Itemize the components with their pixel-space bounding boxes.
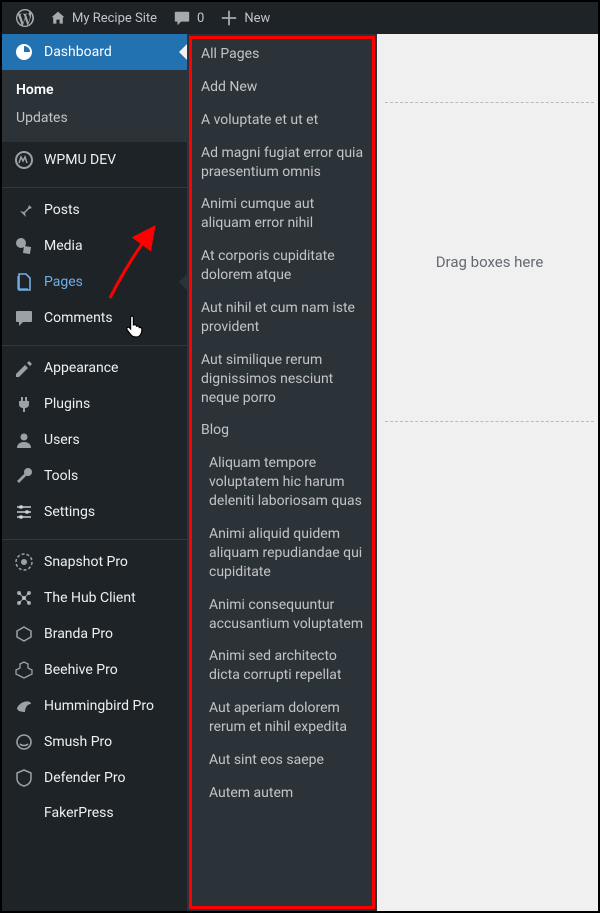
menu-defender[interactable]: Defender Pro [2,760,187,796]
menu-tools[interactable]: Tools [2,458,187,494]
menu-label: Smush Pro [44,734,112,750]
menu-branda[interactable]: Branda Pro [2,616,187,652]
menu-label: Tools [44,468,78,484]
menu-separator [2,182,187,188]
menu-appearance[interactable]: Appearance [2,350,187,386]
menu-label: Comments [44,310,113,326]
admin-sidebar: Dashboard Home Updates WPMU DEV Posts Me… [2,34,187,911]
pages-icon [14,272,34,292]
flyout-item[interactable]: Animi cumque aut aliquam error nihil [187,188,377,240]
menu-hummingbird[interactable]: Hummingbird Pro [2,688,187,724]
menu-media[interactable]: Media [2,228,187,264]
menu-pages[interactable]: Pages [2,264,187,300]
new-content[interactable]: New [212,2,278,34]
smush-icon [14,732,34,752]
menu-label: Hummingbird Pro [44,698,154,714]
users-icon [14,430,34,450]
snapshot-icon [14,552,34,572]
pin-icon [14,200,34,220]
settings-icon [14,502,34,522]
menu-dashboard[interactable]: Dashboard [2,34,187,70]
submenu-home[interactable]: Home [2,76,187,104]
menu-users[interactable]: Users [2,422,187,458]
site-link[interactable]: My Recipe Site [42,2,165,34]
menu-label: Pages [44,274,83,290]
dashboard-submenu: Home Updates [2,70,187,142]
site-name: My Recipe Site [72,11,157,26]
flyout-item[interactable]: A voluptate et ut et [187,104,377,137]
menu-hub[interactable]: The Hub Client [2,580,187,616]
flyout-item[interactable]: At corporis cupiditate dolorem atque [187,240,377,292]
admin-bar: My Recipe Site 0 New [2,2,598,34]
submenu-updates[interactable]: Updates [2,104,187,132]
menu-label: Snapshot Pro [44,554,128,570]
menu-separator [2,534,187,540]
flyout-item[interactable]: All Pages [187,38,377,71]
wordpress-icon [16,9,34,27]
flyout-item[interactable]: Aut aperiam dolorem rerum et nihil exped… [187,692,377,744]
comment-count: 0 [197,11,204,26]
menu-posts[interactable]: Posts [2,192,187,228]
menu-settings[interactable]: Settings [2,494,187,530]
flyout-item[interactable]: Ad magni fugiat error quia praesentium o… [187,137,377,189]
flyout-item[interactable]: Aut nihil et cum nam iste provident [187,292,377,344]
menu-label: The Hub Client [44,590,136,606]
flyout-item[interactable]: Animi consequuntur accusantium voluptate… [187,589,377,641]
menu-label: Plugins [44,396,90,412]
menu-label: Users [44,432,80,448]
plus-icon [220,9,238,27]
home-icon [50,10,66,26]
defender-icon [14,768,34,788]
pages-flyout: All PagesAdd NewA voluptate et ut etAd m… [187,34,377,911]
wp-logo[interactable] [8,2,42,34]
flyout-item[interactable]: Aliquam tempore voluptatem hic harum del… [187,447,377,518]
menu-label: Defender Pro [44,770,125,786]
menu-label: Media [44,238,83,254]
menu-label: Settings [44,504,95,520]
menu-label: FakerPress [44,805,114,821]
menu-smush[interactable]: Smush Pro [2,724,187,760]
dashboard-dropzone[interactable]: Drag boxes here [385,102,594,422]
new-label: New [244,11,270,26]
hummingbird-icon [14,696,34,716]
menu-label: Dashboard [44,44,112,60]
comments-bubble[interactable]: 0 [165,2,212,34]
dropzone-label: Drag boxes here [436,253,544,271]
comment-icon [173,9,191,27]
menu-label: Appearance [44,360,118,376]
beehive-icon [14,660,34,680]
menu-label: Beehive Pro [44,662,118,678]
menu-wpmudev[interactable]: WPMU DEV [2,142,187,178]
menu-comments[interactable]: Comments [2,300,187,336]
menu-snapshot[interactable]: Snapshot Pro [2,544,187,580]
flyout-item[interactable]: Add New [187,71,377,104]
appearance-icon [14,358,34,378]
flyout-item[interactable]: Autem autem [187,777,377,810]
menu-plugins[interactable]: Plugins [2,386,187,422]
hub-icon [14,588,34,608]
flyout-item[interactable]: Aut sint eos saepe [187,744,377,777]
menu-separator [2,340,187,346]
plugins-icon [14,394,34,414]
flyout-item[interactable]: Blog [187,414,377,447]
media-icon [14,236,34,256]
menu-label: Branda Pro [44,626,113,642]
branda-icon [14,624,34,644]
tools-icon [14,466,34,486]
flyout-item[interactable]: Animi sed architecto dicta corrupti repe… [187,640,377,692]
dashboard-icon [14,42,34,62]
menu-fakerpress[interactable]: FakerPress [2,796,187,830]
comments-icon [14,308,34,328]
flyout-item[interactable]: Animi aliquid quidem aliquam repudiandae… [187,518,377,589]
flyout-item[interactable]: Aut similique rerum dignissimos nesciunt… [187,344,377,415]
wpmudev-icon [14,150,34,170]
menu-label: Posts [44,202,80,218]
menu-label: WPMU DEV [44,152,116,168]
menu-beehive[interactable]: Beehive Pro [2,652,187,688]
